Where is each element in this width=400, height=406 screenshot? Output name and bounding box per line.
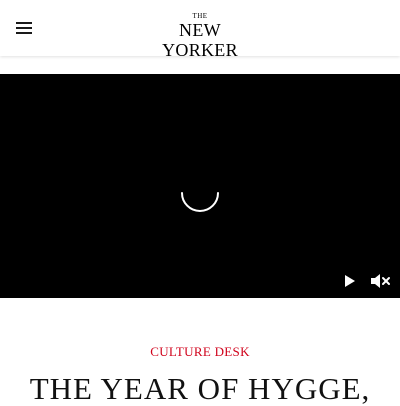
- volume-muted-icon[interactable]: [369, 271, 391, 291]
- logo-name: NEW YORKER: [162, 20, 238, 60]
- loading-spinner-icon: [181, 192, 219, 212]
- site-logo[interactable]: THE NEW YORKER: [144, 12, 256, 60]
- menu-bar: [16, 22, 32, 24]
- article-rubric[interactable]: CULTURE DESK: [0, 344, 400, 360]
- hamburger-menu-icon[interactable]: [16, 21, 32, 35]
- menu-bar: [16, 32, 32, 34]
- menu-bar: [16, 27, 32, 29]
- logo-the: THE: [192, 12, 208, 20]
- site-header: THE NEW YORKER: [0, 0, 400, 60]
- play-icon[interactable]: [340, 271, 358, 291]
- article-headline: THE YEAR OF HYGGE,: [29, 371, 371, 406]
